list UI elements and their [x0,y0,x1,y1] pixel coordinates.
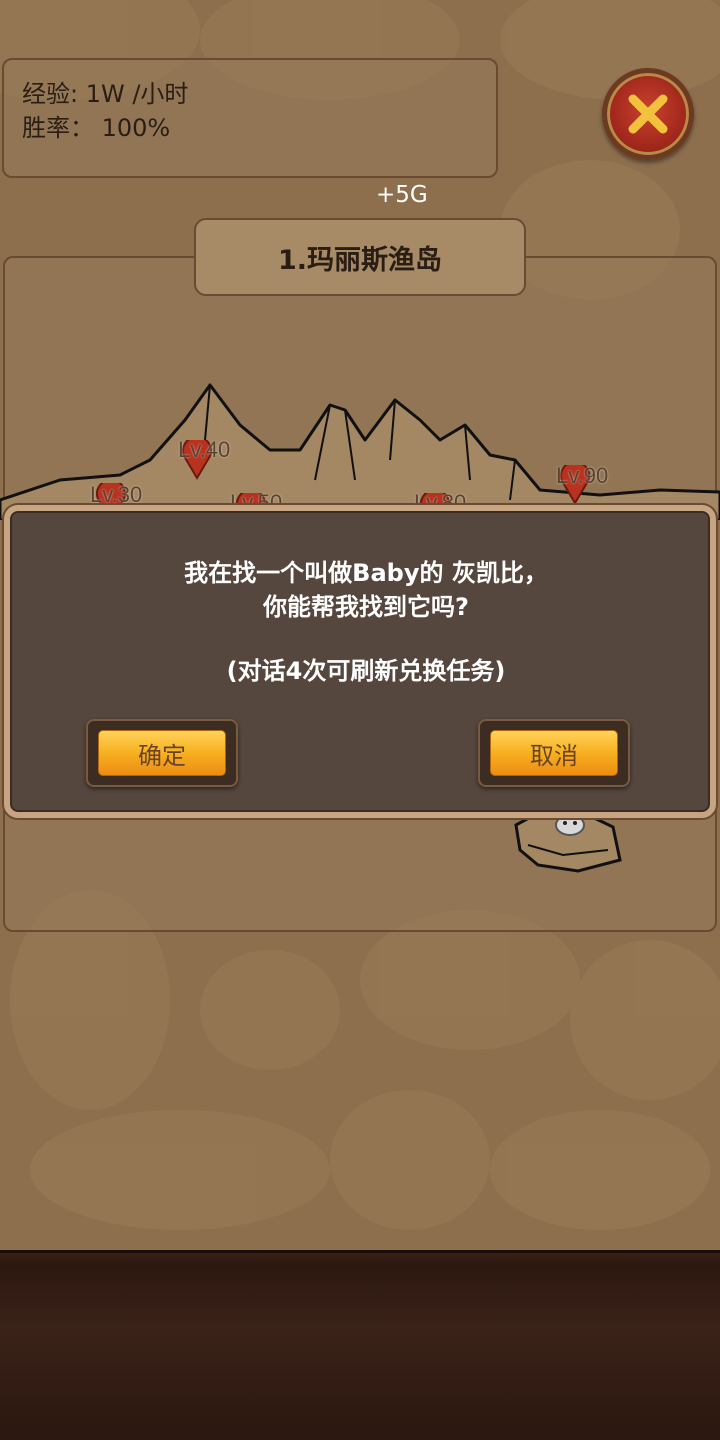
location-title: 1.玛丽斯渔岛 [277,244,443,276]
gold-gain-text: +5G [376,182,428,208]
dialog-message-line1: 我在找一个叫做Baby的 灰凯比， [184,559,548,587]
exp-rate-label: 经验: 1W /小时 [22,80,189,108]
map-pin-level: Lv.40 [178,437,231,462]
map-pin-level: Lv.90 [556,463,609,488]
bottom-bar [0,1250,720,1440]
quest-dialog: 我在找一个叫做Baby的 灰凯比， 你能帮我找到它吗? (对话4次可刷新兑换任务… [4,505,716,818]
confirm-button[interactable]: 确定 [98,730,226,776]
cancel-button[interactable]: 取消 [490,730,618,776]
confirm-button-frame: 确定 [86,719,238,787]
location-title-box: 1.玛丽斯渔岛 [194,218,526,296]
close-button[interactable] [602,68,694,160]
cancel-button-frame: 取消 [478,719,630,787]
close-x-icon [628,94,668,134]
winrate-label: 胜率： 100% [22,114,171,142]
stats-panel: 经验: 1W /小时 胜率： 100% [2,58,498,178]
dialog-hint: (对话4次可刷新兑换任务) [226,657,506,685]
dialog-message-line2: 你能帮我找到它吗? [263,593,469,621]
